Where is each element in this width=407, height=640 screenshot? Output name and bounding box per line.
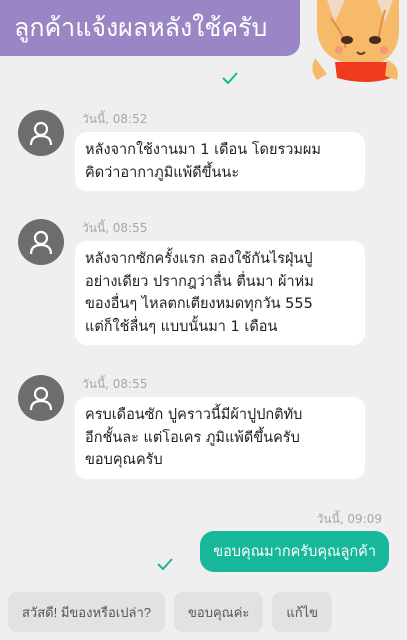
message-item: วันนี้, 08:55 ครบเดือนซัก ปูคราวนี้มีผ้า… bbox=[18, 375, 378, 495]
user-icon bbox=[29, 386, 53, 411]
avatar[interactable] bbox=[18, 375, 64, 421]
cartoon-cat-icon bbox=[312, 0, 399, 82]
message-line: ครบเดือนซัก ปูคราวนี้มีผ้าปูปกติทับ bbox=[85, 407, 303, 423]
quick-reply-bar: สวัสดี! มีของหรือเปล่า? ขอบคุณค่ะ แก้ไข bbox=[0, 584, 407, 640]
user-icon bbox=[29, 121, 53, 146]
message-line: ของอื่นๆ ไหลตกเตียงหมดทุกวัน 555 bbox=[85, 296, 313, 312]
header-banner: ลูกค้าแจ้งผลหลังใช้ครับ bbox=[0, 0, 300, 56]
outgoing-timestamp: วันนี้, 09:09 bbox=[316, 512, 382, 526]
message-bubble[interactable]: หลังจากซักครั้งแรก ลองใช้กันไรฝุ่นปู อย่… bbox=[75, 241, 365, 345]
message-timestamp: วันนี้, 08:55 bbox=[82, 221, 148, 235]
check-icon bbox=[157, 558, 173, 570]
message-timestamp: วันนี้, 08:55 bbox=[82, 377, 148, 391]
message-line: หลังจากใช้งานมา 1 เดือน โดยรวมผม bbox=[85, 142, 321, 158]
header-title: ลูกค้าแจ้งผลหลังใช้ครับ bbox=[14, 13, 268, 42]
message-timestamp: วันนี้, 08:52 bbox=[82, 112, 148, 126]
message-line: ขอบคุณครับ bbox=[85, 452, 163, 468]
outgoing-bubble[interactable]: ขอบคุณมากครับคุณลูกค้า bbox=[200, 531, 389, 572]
check-icon bbox=[222, 72, 238, 84]
message-bubble[interactable]: หลังจากใช้งานมา 1 เดือน โดยรวมผม คิดว่าอ… bbox=[75, 132, 365, 191]
message-line: แต่ก็ใช้ลื่นๆ แบบนั้นมา 1 เดือน bbox=[85, 318, 278, 335]
avatar[interactable] bbox=[18, 219, 64, 265]
message-item: วันนี้, 08:55 หลังจากซักครั้งแรก ลองใช้ก… bbox=[18, 219, 378, 359]
message-line: คิดว่าอากาภูมิแพ้ดีขึ้นนะ bbox=[85, 164, 240, 181]
user-icon bbox=[29, 230, 53, 255]
quick-reply-chip[interactable]: แก้ไข bbox=[272, 592, 333, 632]
message-bubble[interactable]: ครบเดือนซัก ปูคราวนี้มีผ้าปูปกติทับ อีกช… bbox=[75, 397, 365, 479]
quick-reply-chip[interactable]: สวัสดี! มีของหรือเปล่า? bbox=[8, 592, 165, 632]
message-line: อีกชั้นละ แต่โอเคร ภูมิแพ้ดีขึ้นครับ bbox=[85, 429, 300, 446]
quick-reply-chip[interactable]: ขอบคุณค่ะ bbox=[174, 592, 264, 632]
message-line: หลังจากซักครั้งแรก ลองใช้กันไรฝุ่นปู bbox=[85, 251, 313, 267]
message-line: อย่างเดียว ปรากฎว่าลื่น ตื่นมา ผ้าห่ม bbox=[85, 273, 314, 290]
avatar[interactable] bbox=[18, 110, 64, 156]
message-item: วันนี้, 08:52 หลังจากใช้งานมา 1 เดือน โด… bbox=[18, 110, 378, 210]
